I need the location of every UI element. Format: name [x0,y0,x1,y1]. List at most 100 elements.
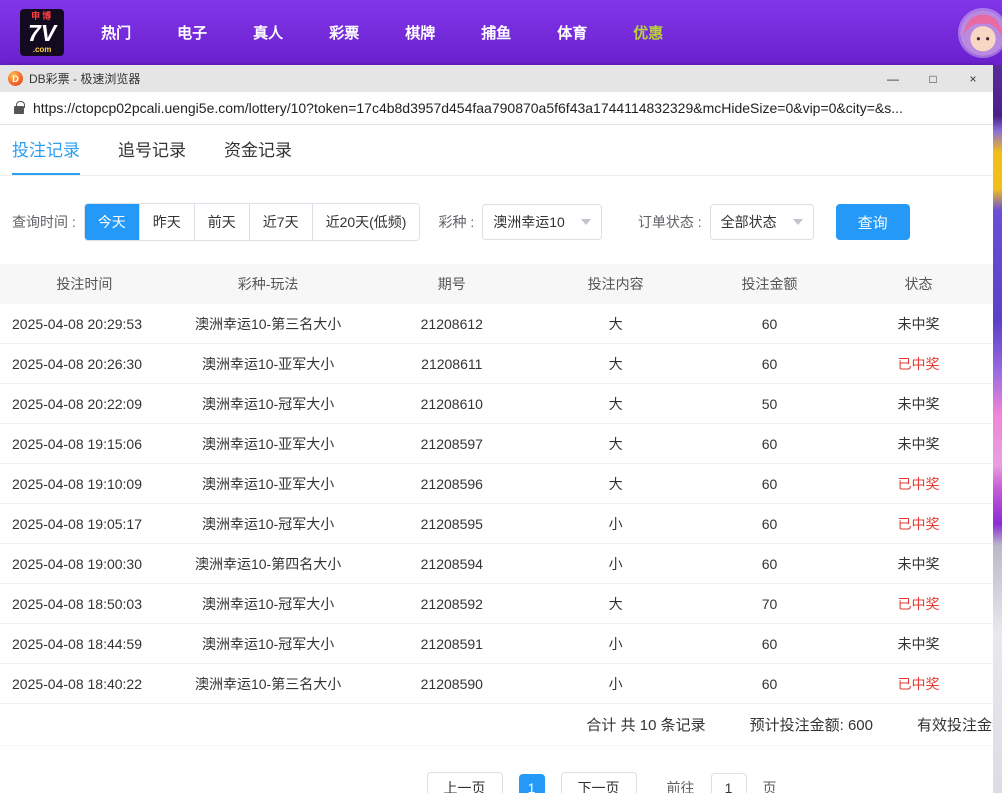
nav-item-电子[interactable]: 电子 [161,22,223,43]
avatar-image [960,10,1002,56]
column-header: 期号 [367,274,536,294]
bet-amount: 60 [695,476,844,492]
next-page-button[interactable]: 下一页 [561,772,637,793]
table-row: 2025-04-08 18:50:03澳洲幸运10-冠军大小21208592大7… [0,584,993,624]
time-filter-group: 今天昨天前天近7天近20天(低频) [84,203,421,241]
time-filter-前天[interactable]: 前天 [194,204,249,240]
bet-time: 2025-04-08 18:50:03 [0,596,169,612]
order-status-label: 订单状态 : [638,212,702,232]
issue-number: 21208612 [367,316,536,332]
bet-content: 小 [536,674,695,694]
issue-number: 21208594 [367,556,536,572]
lock-icon [14,106,24,114]
logo-text-main: 7V [28,21,56,45]
maximize-button[interactable]: □ [913,65,953,92]
bet-amount: 60 [695,676,844,692]
game-play: 澳洲幸运10-亚军大小 [169,434,368,454]
time-filter-近7天[interactable]: 近7天 [249,204,312,240]
current-page-indicator[interactable]: 1 [519,774,545,793]
summary-valid-amount: 有效投注金额 [917,714,993,735]
page-content: 投注记录追号记录资金记录 查询时间 : 今天昨天前天近7天近20天(低频) 彩种… [0,125,993,793]
table-row: 2025-04-08 19:15:06澳洲幸运10-亚军大小21208597大6… [0,424,993,464]
user-avatar[interactable] [958,8,1002,58]
lottery-select[interactable]: 澳洲幸运10 [482,204,602,240]
game-play: 澳洲幸运10-冠军大小 [169,594,368,614]
minimize-button[interactable]: — [873,65,913,92]
bet-time: 2025-04-08 18:44:59 [0,636,169,652]
issue-number: 21208591 [367,636,536,652]
column-header: 投注时间 [0,274,169,294]
status: 已中奖 [844,514,993,534]
tab-投注记录[interactable]: 投注记录 [12,136,80,175]
game-play: 澳洲幸运10-第三名大小 [169,314,368,334]
close-button[interactable]: × [953,65,993,92]
status: 未中奖 [844,314,993,334]
nav-item-捕鱼[interactable]: 捕鱼 [465,22,527,43]
bet-content: 大 [536,314,695,334]
status: 未中奖 [844,634,993,654]
goto-page-input[interactable] [711,773,747,793]
lottery-label: 彩种 : [438,212,474,232]
table-header-row: 投注时间彩种-玩法期号投注内容投注金额状态 [0,264,993,304]
browser-window: D DB彩票 - 极速浏览器 — □ × https://ctopcp02pca… [0,65,993,793]
issue-number: 21208590 [367,676,536,692]
column-header: 投注内容 [536,274,695,294]
bet-content: 大 [536,354,695,374]
search-button[interactable]: 查询 [836,204,910,240]
window-controls: — □ × [873,65,993,92]
column-header: 彩种-玩法 [169,274,368,294]
address-bar[interactable]: https://ctopcp02pcali.uengi5e.com/lotter… [0,92,993,125]
nav-item-彩票[interactable]: 彩票 [313,22,375,43]
main-nav: 热门电子真人彩票棋牌捕鱼体育优惠 [78,22,686,43]
nav-item-热门[interactable]: 热门 [85,22,147,43]
nav-item-真人[interactable]: 真人 [237,22,299,43]
url-text: https://ctopcp02pcali.uengi5e.com/lotter… [33,100,903,116]
bet-content: 大 [536,434,695,454]
table-row: 2025-04-08 19:10:09澳洲幸运10-亚军大小21208596大6… [0,464,993,504]
bet-amount: 60 [695,516,844,532]
issue-number: 21208592 [367,596,536,612]
time-filter-昨天[interactable]: 昨天 [139,204,194,240]
bet-content: 大 [536,594,695,614]
bet-amount: 60 [695,356,844,372]
time-filter-今天[interactable]: 今天 [85,204,139,240]
game-play: 澳洲幸运10-冠军大小 [169,634,368,654]
bet-amount: 60 [695,316,844,332]
column-header: 投注金额 [695,274,844,294]
column-header: 状态 [844,274,993,294]
order-status-select[interactable]: 全部状态 [710,204,814,240]
status: 未中奖 [844,554,993,574]
nav-item-棋牌[interactable]: 棋牌 [389,22,451,43]
screen: 申博 7V .com 热门电子真人彩票棋牌捕鱼体育优惠 D DB彩票 - 极速浏… [0,0,1002,65]
summary-expected-amount: 预计投注金额: 600 [750,714,873,735]
status: 未中奖 [844,434,993,454]
time-filter-近20天(低频)[interactable]: 近20天(低频) [312,204,420,240]
chevron-down-icon [581,219,591,225]
logo-text-sub: .com [28,46,56,54]
bet-time: 2025-04-08 18:40:22 [0,676,169,692]
record-tabs: 投注记录追号记录资金记录 [0,125,993,176]
bet-amount: 60 [695,636,844,652]
nav-item-体育[interactable]: 体育 [541,22,603,43]
site-header: 申博 7V .com 热门电子真人彩票棋牌捕鱼体育优惠 [0,0,1002,65]
table-row: 2025-04-08 20:29:53澳洲幸运10-第三名大小21208612大… [0,304,993,344]
nav-item-优惠[interactable]: 优惠 [617,22,679,43]
tab-追号记录[interactable]: 追号记录 [118,136,186,175]
table-row: 2025-04-08 19:00:30澳洲幸运10-第四名大小21208594小… [0,544,993,584]
game-play: 澳洲幸运10-亚军大小 [169,474,368,494]
background-page-strip [993,65,1002,793]
issue-number: 21208597 [367,436,536,452]
page-suffix-label: 页 [763,778,777,793]
bet-content: 小 [536,554,695,574]
goto-label: 前往 [667,778,695,793]
issue-number: 21208611 [367,356,536,372]
bet-content: 大 [536,474,695,494]
bet-time: 2025-04-08 20:22:09 [0,396,169,412]
issue-number: 21208610 [367,396,536,412]
summary-bar: 合计 共 10 条记录 预计投注金额: 600 有效投注金额 [0,704,993,746]
query-time-label: 查询时间 : [12,212,76,232]
prev-page-button[interactable]: 上一页 [427,772,503,793]
site-logo[interactable]: 申博 7V .com [20,9,64,56]
tab-资金记录[interactable]: 资金记录 [224,136,292,175]
bet-time: 2025-04-08 20:26:30 [0,356,169,372]
